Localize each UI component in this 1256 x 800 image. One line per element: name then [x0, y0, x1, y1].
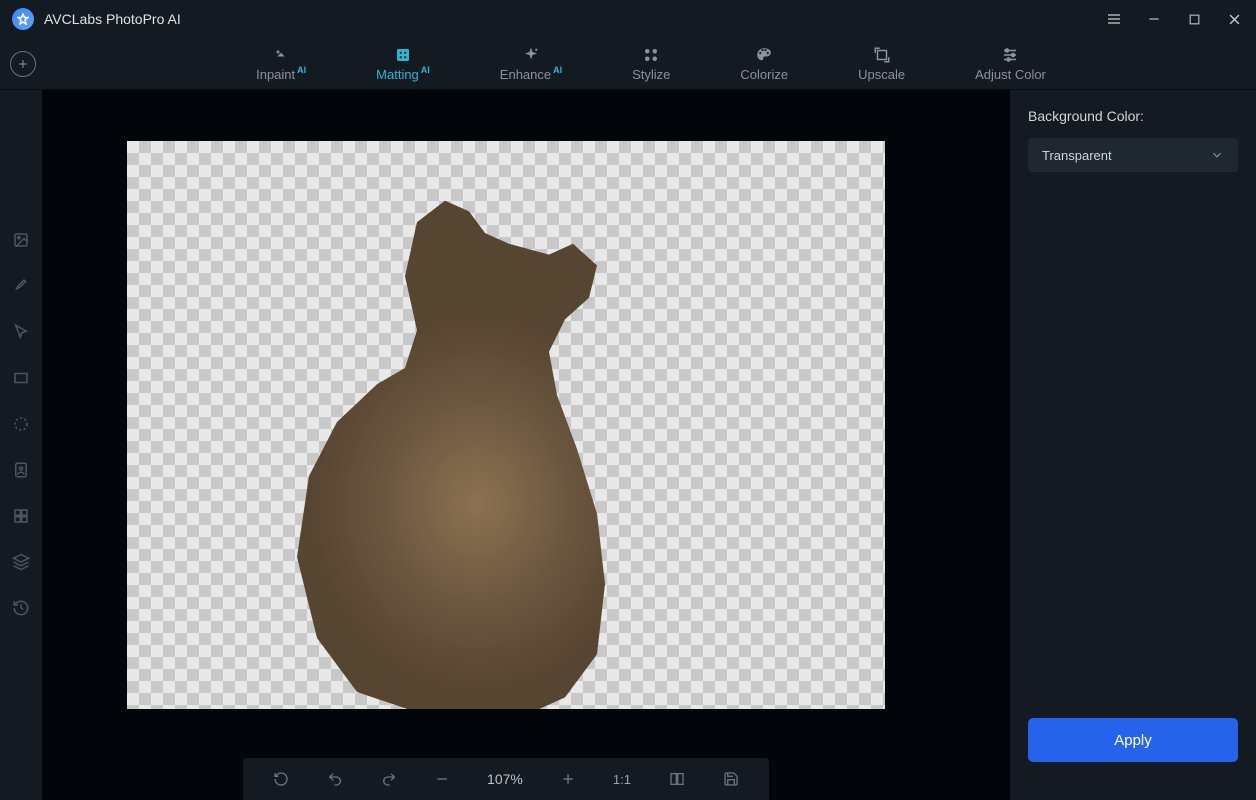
tab-matting[interactable]: Matting AI — [376, 42, 430, 86]
circle-icon[interactable] — [11, 414, 31, 434]
enhance-icon — [522, 46, 540, 64]
pointer-icon[interactable] — [11, 322, 31, 342]
chevron-down-icon — [1210, 148, 1224, 162]
rectangle-icon[interactable] — [11, 368, 31, 388]
tab-colorize[interactable]: Colorize — [740, 42, 788, 86]
canvas-area: 107% 1:1 — [42, 90, 1010, 800]
reset-icon[interactable] — [273, 771, 289, 787]
tab-enhance[interactable]: Enhance AI — [500, 42, 562, 86]
left-sidebar — [0, 90, 42, 800]
zoom-in-icon[interactable] — [561, 772, 575, 786]
brush-icon[interactable] — [11, 276, 31, 296]
portrait-icon[interactable] — [11, 460, 31, 480]
zoom-actual[interactable]: 1:1 — [613, 772, 631, 787]
ai-badge: AI — [553, 65, 562, 75]
tab-stylize[interactable]: Stylize — [632, 42, 670, 86]
main-toolbar: Inpaint AI Matting AI Enhance AI Stylize… — [0, 38, 1256, 90]
apply-button[interactable]: Apply — [1028, 718, 1238, 762]
layers-icon[interactable] — [11, 552, 31, 572]
inpaint-icon — [272, 46, 290, 64]
save-icon[interactable] — [723, 771, 739, 787]
crop-icon[interactable] — [11, 230, 31, 250]
tab-inpaint[interactable]: Inpaint AI — [256, 42, 306, 86]
tab-label: Inpaint — [256, 67, 295, 82]
bg-color-value: Transparent — [1042, 148, 1112, 163]
compare-icon[interactable] — [669, 771, 685, 787]
close-icon[interactable] — [1224, 9, 1244, 29]
add-button[interactable] — [10, 51, 36, 77]
tab-label: Matting — [376, 67, 419, 82]
upscale-icon — [873, 46, 891, 64]
matting-icon — [394, 46, 412, 64]
adjust-color-icon — [1001, 46, 1019, 64]
tab-upscale[interactable]: Upscale — [858, 42, 905, 86]
tab-label: Colorize — [740, 67, 788, 82]
zoom-level: 107% — [487, 771, 523, 787]
pattern-icon[interactable] — [11, 506, 31, 526]
bg-color-dropdown[interactable]: Transparent — [1028, 138, 1238, 172]
redo-icon[interactable] — [381, 771, 397, 787]
zoom-out-icon[interactable] — [435, 772, 449, 786]
bottom-controls: 107% 1:1 — [243, 758, 769, 800]
ai-badge: AI — [421, 65, 430, 75]
menu-icon[interactable] — [1104, 9, 1124, 29]
minimize-icon[interactable] — [1144, 9, 1164, 29]
tab-label: Adjust Color — [975, 67, 1046, 82]
tab-label: Stylize — [632, 67, 670, 82]
app-title: AVCLabs PhotoPro AI — [44, 11, 181, 27]
tab-adjust-color[interactable]: Adjust Color — [975, 42, 1046, 86]
stylize-icon — [642, 46, 660, 64]
subject-image — [277, 179, 677, 709]
titlebar: AVCLabs PhotoPro AI — [0, 0, 1256, 38]
image-canvas[interactable] — [127, 141, 885, 709]
maximize-icon[interactable] — [1184, 9, 1204, 29]
app-logo — [12, 8, 34, 30]
tab-label: Enhance — [500, 67, 551, 82]
bg-color-label: Background Color: — [1028, 108, 1238, 124]
history-icon[interactable] — [11, 598, 31, 618]
colorize-icon — [755, 46, 773, 64]
right-panel: Background Color: Transparent Apply — [1010, 90, 1256, 800]
undo-icon[interactable] — [327, 771, 343, 787]
ai-badge: AI — [297, 65, 306, 75]
tab-label: Upscale — [858, 67, 905, 82]
